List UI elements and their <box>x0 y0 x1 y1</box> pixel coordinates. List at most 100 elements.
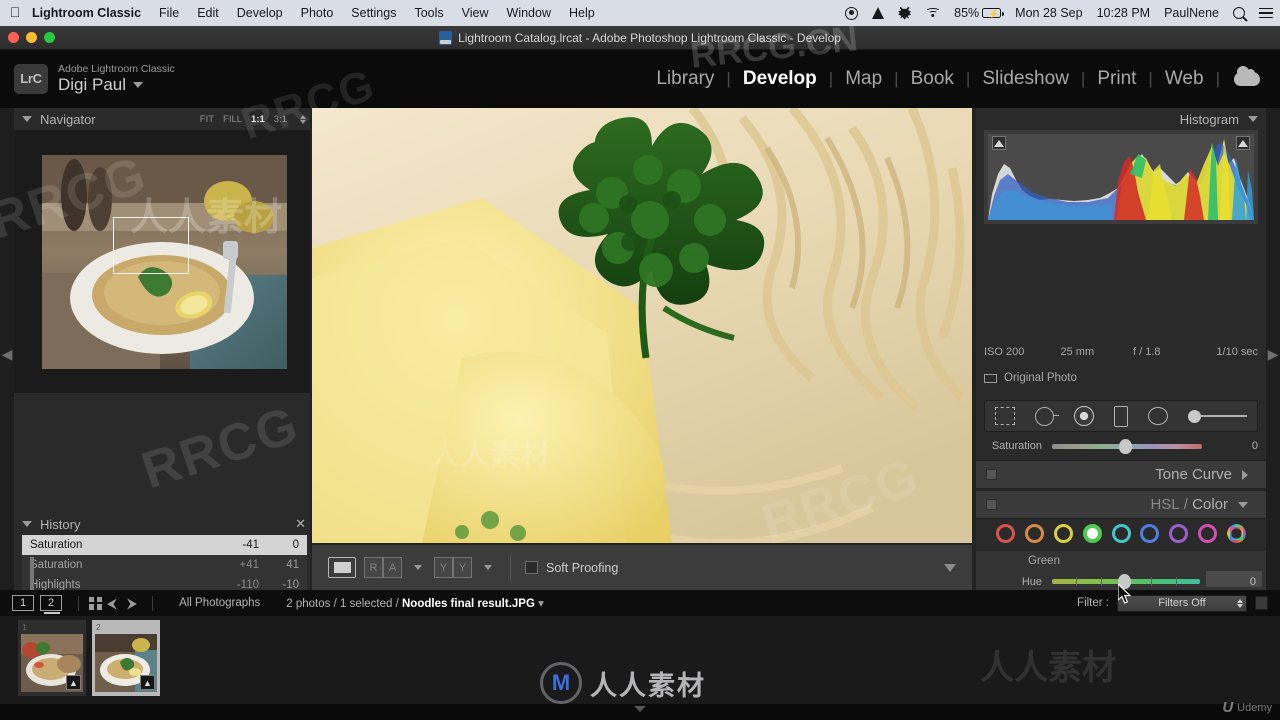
filter-lock-icon[interactable] <box>1255 596 1268 610</box>
battery-status[interactable]: 85% ⚡ <box>947 0 1008 26</box>
crop-overlay-icon[interactable] <box>995 407 1015 425</box>
radial-filter-icon[interactable] <box>1148 407 1168 425</box>
red-eye-icon[interactable] <box>1074 406 1094 426</box>
soft-proofing-checkbox[interactable] <box>525 561 538 574</box>
history-header[interactable]: History ✕ <box>14 513 314 535</box>
filter-select[interactable]: Filters Off <box>1117 594 1247 612</box>
history-row[interactable]: Saturation -41 0 <box>22 535 307 555</box>
module-library[interactable]: Library <box>644 68 726 90</box>
panel-collapse-left-icon[interactable]: ◀ <box>0 341 14 367</box>
menu-develop[interactable]: Develop <box>228 0 292 26</box>
vlc-cone-icon[interactable] <box>865 7 891 19</box>
module-map[interactable]: Map <box>833 68 894 90</box>
toolbar-collapse-icon[interactable] <box>944 563 956 572</box>
hsl-color-section-header[interactable]: HSL / Color <box>976 490 1266 519</box>
loupe-view-icon[interactable] <box>328 557 356 578</box>
chevron-down-icon[interactable] <box>414 565 422 570</box>
close-window-button[interactable] <box>8 32 19 43</box>
chevron-down-icon[interactable] <box>484 565 492 570</box>
menubar-user[interactable]: PaulNene <box>1157 0 1226 26</box>
flag-right[interactable]: Y <box>453 557 472 578</box>
original-photo-row[interactable]: Original Photo <box>984 372 1077 384</box>
zoom-fit[interactable]: FIT <box>200 114 214 125</box>
tone-curve-section-header[interactable]: Tone Curve <box>976 460 1266 489</box>
graduated-filter-icon[interactable] <box>1114 405 1128 427</box>
tone-curve-switch[interactable] <box>986 469 997 480</box>
swatch-aqua[interactable] <box>1111 523 1131 543</box>
search-icon[interactable] <box>1226 7 1252 19</box>
history-row[interactable]: Saturation +41 41 <box>22 555 307 575</box>
flag-left[interactable]: Y <box>434 557 453 578</box>
page-button-2[interactable]: 2 <box>40 595 62 614</box>
triangle-down-icon[interactable] <box>634 706 646 712</box>
panel-collapse-right-icon[interactable]: ▶ <box>1266 341 1280 367</box>
basic-saturation-row[interactable]: Saturation 0 <box>984 437 1258 455</box>
chevron-down-icon[interactable]: ▾ <box>538 598 544 610</box>
swatch-orange[interactable] <box>1024 523 1044 543</box>
swatch-blue[interactable] <box>1140 523 1160 543</box>
navigator-crop-rect[interactable] <box>113 217 189 274</box>
grid-view-icon[interactable] <box>89 596 102 610</box>
saturation-slider[interactable] <box>1052 438 1202 454</box>
adjustment-brush-icon[interactable] <box>1188 409 1247 423</box>
triangle-down-icon[interactable] <box>1238 501 1248 508</box>
hsl-title-b[interactable]: Color <box>1192 496 1228 513</box>
swatch-yellow[interactable] <box>1053 523 1073 543</box>
module-book[interactable]: Book <box>899 68 966 90</box>
menu-app-name[interactable]: Lightroom Classic <box>30 0 150 26</box>
menu-settings[interactable]: Settings <box>342 0 405 26</box>
arrow-right-icon[interactable]: ⮞ <box>122 595 142 612</box>
highlight-clipping-icon[interactable] <box>1236 136 1250 150</box>
page-button-1[interactable]: 1 <box>12 595 34 611</box>
before-after-toggle[interactable]: R A <box>364 557 402 578</box>
module-slideshow[interactable]: Slideshow <box>970 68 1081 90</box>
menu-photo[interactable]: Photo <box>292 0 343 26</box>
maximize-window-button[interactable] <box>44 32 55 43</box>
spot-removal-icon[interactable] <box>1035 406 1059 426</box>
filmstrip-thumb-2[interactable]: 2 ▲ <box>92 620 160 696</box>
wifi-icon[interactable] <box>918 7 947 19</box>
saturation-value[interactable]: 0 <box>1252 440 1258 452</box>
zoom-3-1[interactable]: 3:1 <box>274 114 287 125</box>
selected-filename[interactable]: Noodles final result.JPG <box>402 598 535 610</box>
menu-window[interactable]: Window <box>498 0 560 26</box>
swatch-green[interactable] <box>1082 523 1102 543</box>
hue-value[interactable]: 0 <box>1250 576 1256 588</box>
swatch-magenta[interactable] <box>1198 523 1218 543</box>
minimize-window-button[interactable] <box>26 32 37 43</box>
swatch-all[interactable] <box>1227 523 1246 543</box>
hsl-switch[interactable] <box>986 499 997 510</box>
histogram-panel[interactable] <box>984 130 1258 224</box>
swatch-purple[interactable] <box>1169 523 1189 543</box>
navigator-preview[interactable] <box>14 130 314 393</box>
zoom-1-1[interactable]: 1:1 <box>251 114 265 125</box>
identity-plate[interactable]: LrC Adobe Lightroom Classic Digi Paul <box>0 63 175 95</box>
menu-edit[interactable]: Edit <box>188 0 228 26</box>
apple-icon[interactable]:  <box>0 4 30 22</box>
triangle-down-icon[interactable] <box>1248 116 1258 122</box>
before-after-right[interactable]: A <box>383 557 402 578</box>
stepper-icon[interactable] <box>1237 598 1243 608</box>
stepper-icon[interactable] <box>300 114 306 124</box>
main-photo[interactable] <box>312 108 972 543</box>
hsl-title-a[interactable]: HSL <box>1150 496 1179 513</box>
menu-file[interactable]: File <box>150 0 188 26</box>
module-develop[interactable]: Develop <box>731 68 829 90</box>
flag-toggle[interactable]: Y Y <box>434 557 472 578</box>
module-print[interactable]: Print <box>1085 68 1148 90</box>
close-icon[interactable]: ✕ <box>295 516 306 532</box>
record-icon[interactable] <box>838 6 865 20</box>
cloud-sync-icon[interactable] <box>1234 66 1260 86</box>
navigator-header[interactable]: Navigator FIT FILL 1:1 3:1 <box>14 108 314 130</box>
menu-help[interactable]: Help <box>560 0 604 26</box>
triangle-down-icon[interactable] <box>22 116 32 122</box>
chevron-down-icon[interactable] <box>133 82 144 89</box>
saturation-slider-knob[interactable] <box>1119 438 1132 454</box>
before-after-left[interactable]: R <box>364 557 383 578</box>
arrow-left-icon[interactable]: ⮜ <box>102 595 122 612</box>
filmstrip-source[interactable]: All Photographs <box>179 597 260 609</box>
app-icon[interactable] <box>891 6 918 20</box>
swatch-red[interactable] <box>996 523 1015 543</box>
histogram-header[interactable]: Histogram <box>976 108 1266 130</box>
triangle-down-icon[interactable] <box>22 521 32 527</box>
